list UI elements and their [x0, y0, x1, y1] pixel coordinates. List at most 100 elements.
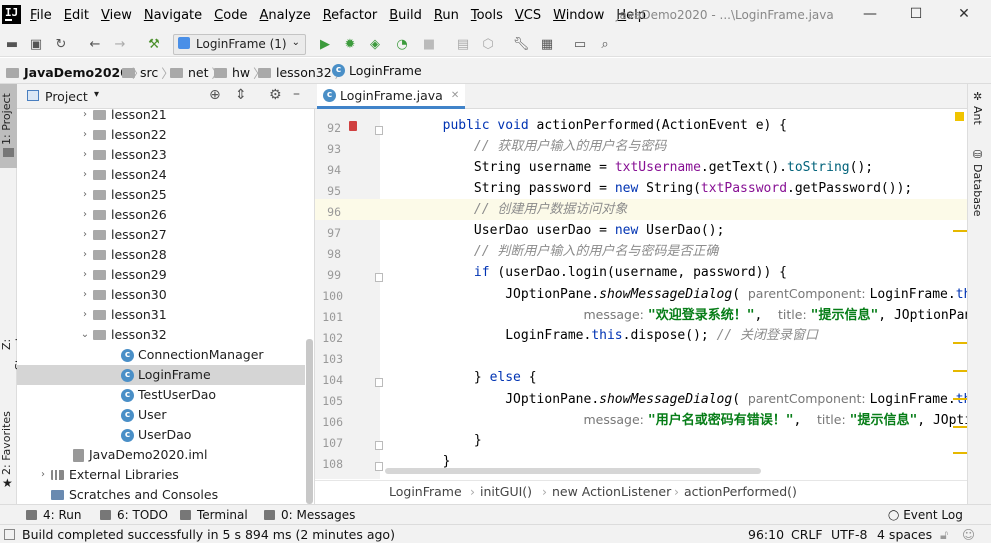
- tree-item[interactable]: › lesson30: [17, 285, 305, 305]
- tree-item[interactable]: › lesson29: [17, 265, 305, 285]
- breadcrumb-item[interactable]: c LoginFrame: [332, 63, 422, 78]
- code-breadcrumb-item[interactable]: initGUI(): [480, 484, 532, 499]
- database-tool-tab[interactable]: Database: [971, 164, 984, 217]
- search-icon[interactable]: ⌕: [596, 36, 614, 54]
- tree-item[interactable]: › lesson28: [17, 245, 305, 265]
- chevron-right-icon[interactable]: ›: [77, 125, 93, 145]
- terminal-tool[interactable]: Terminal: [180, 508, 248, 522]
- lock-icon[interactable]: 🔓︎: [940, 527, 948, 543]
- chevron-right-icon[interactable]: ›: [77, 285, 93, 305]
- run-configuration-select[interactable]: LoginFrame (1) ⌄: [173, 34, 306, 55]
- status-toggle-icon[interactable]: [4, 529, 15, 540]
- code-line[interactable]: message: "欢迎登录系统！", title: "提示信息", JOpti…: [380, 304, 968, 325]
- tree-item[interactable]: JavaDemo2020.iml: [17, 445, 305, 465]
- tree-item[interactable]: › lesson23: [17, 145, 305, 165]
- sync-icon[interactable]: ↻: [52, 36, 70, 54]
- chevron-right-icon[interactable]: ›: [77, 225, 93, 245]
- messages-tool[interactable]: 0: Messages: [264, 508, 355, 522]
- code-line[interactable]: String username = txtUsername.getText().…: [380, 157, 967, 178]
- code-line[interactable]: } else {: [380, 367, 967, 388]
- menu-file[interactable]: File: [30, 8, 52, 23]
- code-line[interactable]: // 创建用户数据访问对象: [380, 199, 967, 220]
- chevron-right-icon[interactable]: ›: [77, 145, 93, 165]
- status-message[interactable]: Build completed successfully in 5 s 894 …: [22, 527, 395, 542]
- warning-indicator-icon[interactable]: [955, 112, 964, 121]
- code-breadcrumb-item[interactable]: new ActionListener: [552, 484, 671, 499]
- menu-analyze[interactable]: Analyze: [259, 8, 310, 23]
- menu-window[interactable]: Window: [553, 8, 604, 23]
- tree-item[interactable]: c UserDao: [17, 425, 305, 445]
- code-line[interactable]: String password = new String(txtPassword…: [380, 178, 967, 199]
- favorites-tool-tab[interactable]: 2: Favorites: [0, 410, 17, 476]
- code-line[interactable]: // 获取用户输入的用户名与密码: [380, 136, 967, 157]
- tree-item[interactable]: › lesson24: [17, 165, 305, 185]
- open-icon[interactable]: ▬: [3, 36, 21, 54]
- tree-item[interactable]: › lesson27: [17, 225, 305, 245]
- code-line[interactable]: if (userDao.login(username, password)) {: [380, 262, 967, 283]
- tree-item[interactable]: › lesson31: [17, 305, 305, 325]
- profile-icon[interactable]: ◔: [393, 36, 411, 54]
- chevron-down-icon[interactable]: ⌄: [77, 325, 93, 345]
- line-separator[interactable]: CRLF: [791, 527, 823, 542]
- chevron-right-icon[interactable]: ›: [77, 165, 93, 185]
- code-line[interactable]: [380, 346, 967, 367]
- tree-item[interactable]: › External Libraries: [17, 465, 305, 485]
- code-line[interactable]: LoginFrame.this.dispose(); // 关闭登录窗口: [380, 325, 967, 346]
- event-log-tool[interactable]: ◯ Event Log: [888, 508, 963, 522]
- todo-tool[interactable]: 6: TODO: [100, 508, 168, 522]
- stop-icon[interactable]: ■: [420, 36, 438, 54]
- run-icon[interactable]: ▶: [316, 36, 334, 54]
- editor-tab-loginframe[interactable]: c LoginFrame.java ✕: [317, 84, 466, 109]
- project-panel-title[interactable]: Project: [45, 89, 88, 104]
- override-marker-icon[interactable]: [349, 121, 357, 131]
- menu-refactor[interactable]: Refactor: [323, 8, 378, 23]
- tree-item[interactable]: c ConnectionManager: [17, 345, 305, 365]
- locate-icon[interactable]: ⊕: [209, 87, 221, 103]
- structure-tool-tab[interactable]: Z: Structure: [0, 312, 26, 376]
- editor-horizontal-scrollbar[interactable]: [385, 468, 761, 474]
- settings-wrench-icon[interactable]: 🔧︎: [512, 36, 530, 54]
- tree-item[interactable]: › lesson21: [17, 105, 305, 125]
- menu-vcs[interactable]: VCS: [515, 8, 541, 23]
- code-line[interactable]: JOptionPane.showMessageDialog( parentCom…: [380, 388, 967, 409]
- hide-panel-icon[interactable]: –: [293, 86, 300, 102]
- chevron-right-icon[interactable]: ›: [77, 185, 93, 205]
- breadcrumb-item[interactable]: src 〉: [122, 63, 174, 82]
- file-encoding[interactable]: UTF-8: [831, 527, 867, 542]
- menu-view[interactable]: View: [101, 8, 132, 23]
- menu-navigate[interactable]: Navigate: [144, 8, 202, 23]
- project-structure-icon[interactable]: ▦: [538, 36, 556, 54]
- menu-run[interactable]: Run: [434, 8, 459, 23]
- tree-item[interactable]: c LoginFrame: [17, 365, 305, 385]
- maximize-icon[interactable]: ☐: [906, 6, 926, 26]
- code-line[interactable]: }: [380, 430, 967, 451]
- tree-item[interactable]: › lesson22: [17, 125, 305, 145]
- error-stripe[interactable]: [953, 110, 967, 470]
- back-icon[interactable]: ←: [86, 36, 104, 54]
- tree-item[interactable]: ⌄ lesson32: [17, 325, 305, 345]
- code-line[interactable]: UserDao userDao = new UserDao();: [380, 220, 967, 241]
- caret-position[interactable]: 96:10: [748, 527, 784, 542]
- tree-scrollbar[interactable]: [306, 339, 313, 504]
- code-breadcrumb-item[interactable]: LoginFrame: [389, 484, 462, 499]
- code-breadcrumb-item[interactable]: actionPerformed(): [684, 484, 797, 499]
- debug-icon[interactable]: ✹: [341, 36, 359, 54]
- menu-code[interactable]: Code: [214, 8, 247, 23]
- chevron-right-icon[interactable]: ›: [77, 205, 93, 225]
- code-area[interactable]: public void actionPerformed(ActionEvent …: [380, 109, 967, 479]
- tree-item[interactable]: › lesson25: [17, 185, 305, 205]
- chevron-right-icon[interactable]: ›: [77, 265, 93, 285]
- close-tab-icon[interactable]: ✕: [451, 90, 459, 101]
- save-icon[interactable]: ▣: [27, 36, 45, 54]
- menu-tools[interactable]: Tools: [471, 8, 503, 23]
- code-line[interactable]: JOptionPane.showMessageDialog( parentCom…: [380, 283, 967, 304]
- menu-edit[interactable]: Edit: [64, 8, 89, 23]
- minimize-icon[interactable]: —: [860, 6, 880, 26]
- gear-icon[interactable]: ⚙: [269, 87, 282, 103]
- ant-tool-tab[interactable]: Ant: [971, 106, 984, 125]
- tree-item[interactable]: › lesson26: [17, 205, 305, 225]
- collapse-all-icon[interactable]: ⇕: [235, 87, 247, 103]
- attach-icon[interactable]: ▤: [454, 36, 472, 54]
- run-tool[interactable]: 4: Run: [26, 508, 82, 522]
- tree-item[interactable]: c TestUserDao: [17, 385, 305, 405]
